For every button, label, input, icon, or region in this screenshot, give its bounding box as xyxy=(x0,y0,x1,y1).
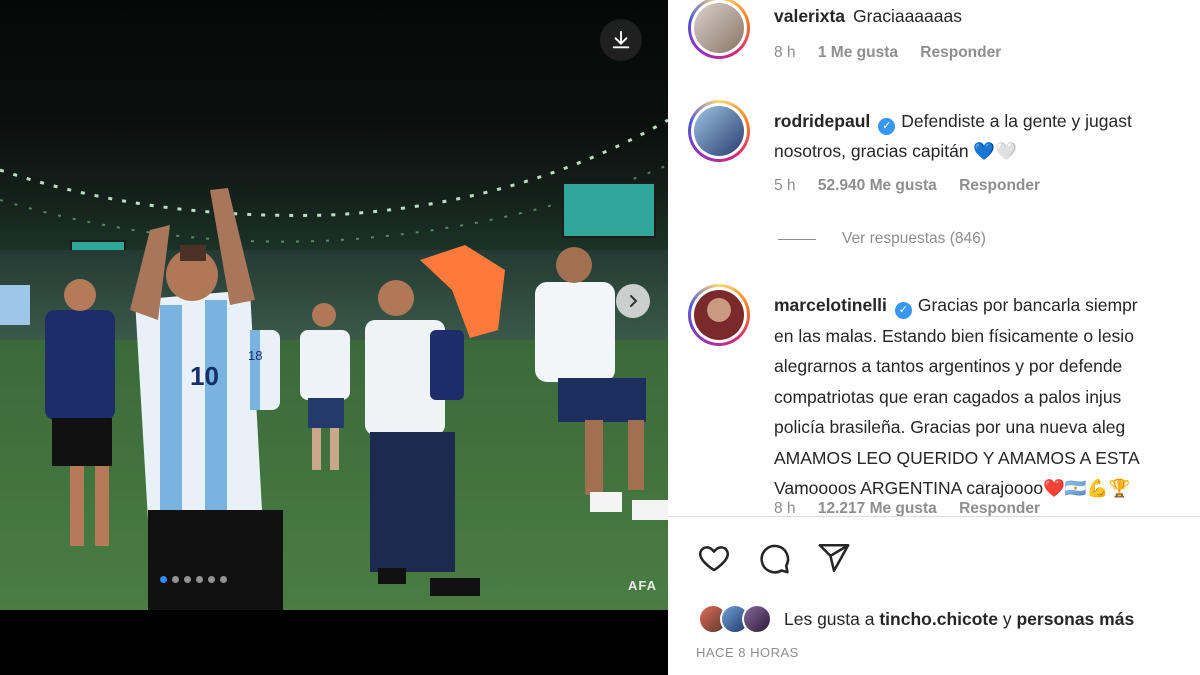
download-button[interactable] xyxy=(600,19,642,61)
comment-body: Graciaaaaaas xyxy=(853,6,962,26)
comment-text: valerixta Graciaaaaaas xyxy=(774,1,1200,31)
carousel-dot xyxy=(208,576,215,583)
comment-text: marcelotinelli ✓ Gracias por bancarla siem… xyxy=(774,290,1200,504)
comment-likes[interactable]: 52.940 Me gusta xyxy=(818,177,937,194)
replies-divider-line xyxy=(778,238,816,240)
comment-body-line: compatriotas que eran cagados a palos in… xyxy=(774,386,1122,407)
reply-button[interactable]: Responder xyxy=(959,500,1040,516)
avatar[interactable] xyxy=(688,284,750,346)
section-divider xyxy=(668,516,1200,517)
afa-watermark: AFA xyxy=(628,578,657,593)
comment-body-line: en las malas. Estando bien físicamente o… xyxy=(774,325,1134,346)
post-side-panel: valerixta Graciaaaaaas 8 h 1 Me gusta Res… xyxy=(668,0,1200,675)
comment-username[interactable]: rodridepaul xyxy=(774,111,870,131)
send-icon xyxy=(818,543,850,573)
like-button[interactable] xyxy=(696,540,732,576)
view-replies-label: Ver respuestas (846) xyxy=(842,230,986,247)
comment-username[interactable]: valerixta xyxy=(774,6,845,26)
comment-likes[interactable]: 12.217 Me gusta xyxy=(818,500,937,516)
comment-meta: 8 h 12.217 Me gusta Responder xyxy=(774,500,1058,516)
download-icon xyxy=(612,30,630,49)
share-button[interactable] xyxy=(816,540,852,576)
avatar[interactable] xyxy=(688,100,750,162)
reply-button[interactable]: Responder xyxy=(920,44,1001,61)
carousel-next-button[interactable] xyxy=(616,284,650,318)
comment-text: rodridepaul ✓ Defendiste a la gente y juga… xyxy=(774,106,1200,166)
comment-meta: 8 h 1 Me gusta Responder xyxy=(774,44,1019,62)
comment-body-line2: nosotros, gracias capitán 💙🤍 xyxy=(774,141,1017,161)
likes-username[interactable]: tincho.chicote xyxy=(879,609,998,629)
comment-icon xyxy=(760,544,790,574)
chevron-right-icon xyxy=(630,295,638,307)
heart-icon xyxy=(699,546,729,572)
comment-body-line: Gracias por bancarla siempr xyxy=(917,295,1138,315)
comment-body-line: alegrarnos a tantos argentinos y por def… xyxy=(774,356,1123,376)
post-actions xyxy=(696,540,852,576)
likes-connector: y xyxy=(1002,608,1012,629)
comment-body-line1: Defendiste a la gente y jugast xyxy=(901,111,1132,131)
comment-time: 8 h xyxy=(774,44,796,61)
comment-time: 5 h xyxy=(774,177,796,194)
carousel-dot xyxy=(220,576,227,583)
comment-body-line: AMAMOS LEO QUERIDO Y AMAMOS A ESTA xyxy=(774,447,1140,468)
verified-badge-icon: ✓ xyxy=(878,118,896,135)
view-replies-button[interactable]: Ver respuestas (846) xyxy=(778,230,986,248)
comment-body-line: Vamoooos ARGENTINA carajoooo❤️🇦🇷💪🏆 xyxy=(774,478,1131,498)
liker-avatar[interactable] xyxy=(742,604,772,634)
reply-button[interactable]: Responder xyxy=(959,177,1040,194)
comment-time: 8 h xyxy=(774,500,796,516)
likes-others-link[interactable]: personas más xyxy=(1016,609,1134,629)
avatar[interactable] xyxy=(688,0,750,59)
carousel-dot xyxy=(160,576,167,583)
comment-username[interactable]: marcelotinelli xyxy=(774,295,887,315)
comment-body-line: policía brasileña. Gracias por una nueva… xyxy=(774,417,1126,437)
post-photo: 10 18 AFA xyxy=(0,0,668,610)
comments-list: valerixta Graciaaaaaas 8 h 1 Me gusta Res… xyxy=(668,0,1200,516)
likes-summary: Les gusta a tincho.chicote y personas má… xyxy=(698,604,1134,634)
post-timestamp: HACE 8 HORAS xyxy=(696,645,799,660)
comment-button[interactable] xyxy=(756,540,792,576)
players-illustration: 10 18 xyxy=(0,188,668,610)
carousel-dot xyxy=(172,576,179,583)
carousel-indicator xyxy=(160,576,227,583)
svg-text:18: 18 xyxy=(248,348,262,363)
carousel-dot xyxy=(196,576,203,583)
svg-text:10: 10 xyxy=(190,361,219,391)
likes-text: Les gusta a tincho.chicote y personas má… xyxy=(784,609,1134,630)
comment-likes[interactable]: 1 Me gusta xyxy=(818,44,898,61)
photo-letterbox xyxy=(0,610,668,675)
comment-meta: 5 h 52.940 Me gusta Responder xyxy=(774,177,1058,195)
carousel-dot xyxy=(184,576,191,583)
likes-prefix: Les gusta a xyxy=(784,608,875,629)
verified-badge-icon: ✓ xyxy=(894,302,912,319)
